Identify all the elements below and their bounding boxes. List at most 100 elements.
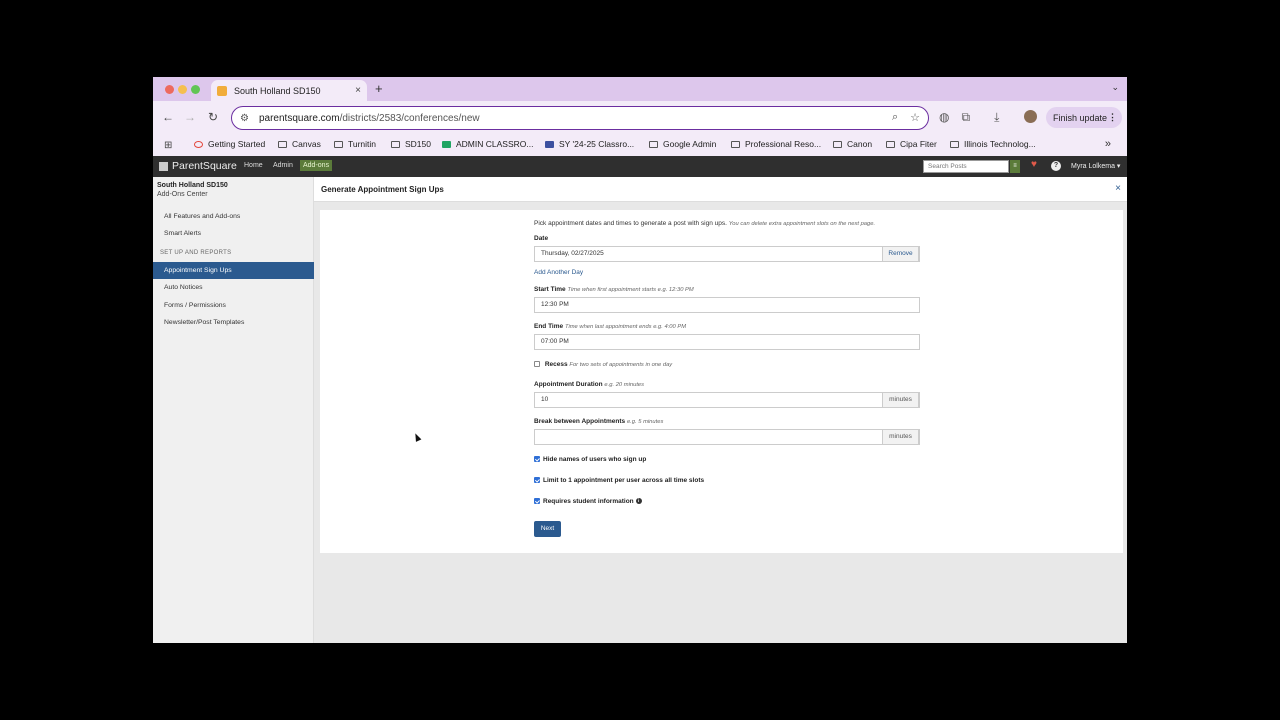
break-field[interactable]: minutes [534,429,920,445]
sidebar-item-all-features[interactable]: All Features and Add-ons [153,208,314,225]
folder-icon [391,140,400,148]
main-header: Generate Appointment Sign Ups × [314,177,1127,202]
extensions-puzzle-icon[interactable]: ⧉ [961,110,970,125]
heart-icon[interactable]: ♥ [1031,159,1037,170]
nav-add-ons[interactable]: Add-ons [300,160,333,171]
logo-mark-icon [159,161,168,171]
hide-names-checkbox[interactable] [534,456,540,463]
break-label: Break between Appointments e.g. 5 minute… [534,418,664,425]
maximize-window-button[interactable] [191,85,200,94]
bookmark-sd150[interactable]: SD150 [391,139,431,149]
sidebar-subtitle: Add-Ons Center [157,191,208,198]
limit-one-row[interactable]: Limit to 1 appointment per user across a… [534,477,704,484]
break-minutes-addon: minutes [882,429,919,445]
address-bar[interactable]: ⚙ parentsquare.com/districts/2583/confer… [231,106,929,130]
end-time-label: End Time Time when last appointment ends… [534,323,687,330]
limit-one-checkbox[interactable] [534,477,540,484]
remove-date-button[interactable]: Remove [882,246,919,262]
profile-avatar[interactable] [1024,110,1037,123]
recess-checkbox[interactable] [534,361,540,368]
bookmark-canvas[interactable]: Canvas [278,139,321,149]
date-field[interactable]: Thursday, 02/27/2025 Remove [534,246,920,262]
bookmark-turnitin[interactable]: Turnitin [334,139,376,149]
hide-names-row[interactable]: Hide names of users who sign up [534,456,646,463]
parentsquare-favicon-icon [217,85,227,96]
parentsquare-logo[interactable]: ParentSquare [159,160,237,172]
add-another-day-link[interactable]: Add Another Day [534,269,583,276]
nav-home[interactable]: Home [244,162,263,169]
folder-icon [950,140,959,148]
bookmark-star-icon[interactable]: ☆ [910,111,920,124]
folder-icon [278,140,287,148]
sheets-icon [442,140,451,148]
sidebar: South Holland SD150 Add-Ons Center All F… [153,177,314,643]
downloads-icon[interactable]: ⤓ [994,110,999,125]
extension-globe-icon[interactable]: ◍ [939,110,949,125]
tab-title: South Holland SD150 [234,85,321,96]
bookmark-getting-started[interactable]: Getting Started [194,139,265,149]
close-icon[interactable]: × [1115,183,1121,194]
tab-close-icon[interactable]: × [355,85,361,96]
user-menu[interactable]: Myra Lolkema ▾ [1071,162,1120,170]
url-host: parentsquare.com [258,112,340,124]
tab-search-button[interactable]: ⌄ [1111,82,1119,93]
url-path: /districts/2583/conferences/new [339,112,480,124]
info-icon[interactable]: i [635,498,642,505]
more-bookmarks-icon[interactable]: » [1105,138,1111,150]
zoom-icon[interactable]: ⌕ [892,111,898,124]
more-menu-icon[interactable]: ⋮ [1108,112,1117,123]
bookmarks-bar: ⊞ Getting Started Canvas Turnitin SD150 … [153,134,1127,156]
bookmark-sy-classroom[interactable]: SY '24-25 Classro... [545,139,634,149]
minimize-window-button[interactable] [178,85,187,94]
recess-row[interactable]: Recess For two sets of appointments in o… [534,361,672,368]
bookmark-google-admin[interactable]: Google Admin [649,139,716,149]
apps-grid-icon[interactable]: ⊞ [164,140,172,151]
sidebar-item-auto-notices[interactable]: Auto Notices [153,279,314,296]
requires-student-checkbox[interactable] [534,498,540,505]
sidebar-section-header: SET UP AND REPORTS [160,250,232,256]
forms-icon [545,140,554,148]
duration-label: Appointment Duration e.g. 20 minutes [534,381,645,388]
sidebar-item-newsletter-templates[interactable]: Newsletter/Post Templates [153,314,314,331]
new-tab-button[interactable]: + [375,81,383,96]
folder-icon [731,140,740,148]
app-navbar: ParentSquare Home Admin Add-ons Search P… [153,156,1127,177]
start-time-label: Start Time Time when first appointment s… [534,286,694,293]
requires-student-row[interactable]: Requires student information i [534,498,642,505]
chrome-icon [194,140,203,148]
help-icon[interactable]: ? [1051,161,1061,171]
nav-admin[interactable]: Admin [273,162,293,169]
finish-update-label: Finish update [1053,112,1108,123]
sidebar-item-smart-alerts[interactable]: Smart Alerts [153,225,314,242]
filter-icon[interactable]: ≡ [1010,160,1020,173]
start-time-field[interactable]: 12:30 PM [534,297,920,313]
browser-toolbar: ← → ↻ ⚙ parentsquare.com/districts/2583/… [153,101,1127,134]
bookmark-canon[interactable]: Canon [833,139,872,149]
sidebar-item-appointment-sign-ups[interactable]: Appointment Sign Ups [153,262,314,279]
intro-text: Pick appointment dates and times to gene… [534,220,876,227]
end-time-field[interactable]: 07:00 PM [534,334,920,350]
folder-icon [649,140,658,148]
tab-strip: South Holland SD150 × + ⌄ [153,77,1127,101]
next-button[interactable]: Next [534,521,561,537]
duration-minutes-addon: minutes [882,392,919,408]
duration-field[interactable]: 10 minutes [534,392,920,408]
bookmark-illinois-technology[interactable]: Illinois Technolog... [950,139,1036,149]
folder-icon [886,140,895,148]
reload-button[interactable]: ↻ [208,110,218,124]
bookmark-admin-classroom[interactable]: ADMIN CLASSRO... [442,139,533,149]
bookmark-cipa-filter[interactable]: Cipa Fiter [886,139,937,149]
bookmark-professional-resources[interactable]: Professional Reso... [731,139,821,149]
folder-icon [833,140,842,148]
back-button[interactable]: ← [162,110,174,124]
folder-icon [334,140,343,148]
close-window-button[interactable] [165,85,174,94]
browser-tab[interactable]: South Holland SD150 × [211,80,367,101]
date-label: Date [534,235,549,242]
sidebar-item-forms-permissions[interactable]: Forms / Permissions [153,297,314,314]
sidebar-org-name: South Holland SD150 [157,182,228,189]
site-settings-icon[interactable]: ⚙ [240,113,249,124]
forward-button[interactable]: → [184,110,196,124]
search-posts-input[interactable]: Search Posts [923,160,1009,173]
finish-update-button[interactable]: Finish update ⋮ [1046,107,1122,128]
